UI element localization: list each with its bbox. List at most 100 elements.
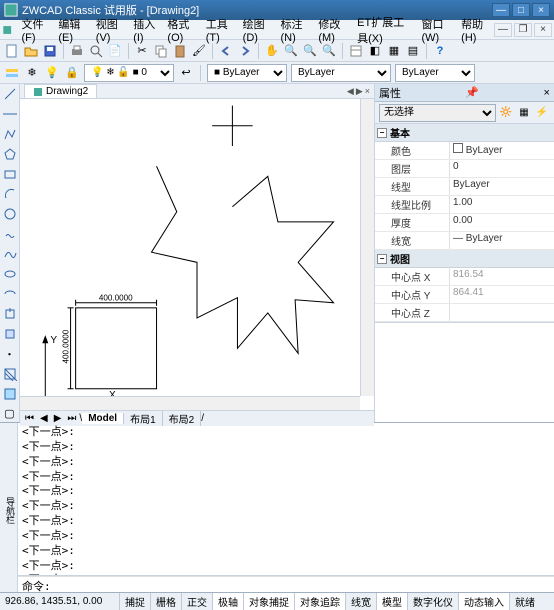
canvas[interactable]: 400.0000 400.0000 Y X — [20, 99, 374, 410]
maximize-button[interactable]: □ — [512, 3, 530, 17]
match-button[interactable]: 🖌 — [191, 43, 207, 59]
prop-ltscale[interactable]: 1.00 — [450, 196, 554, 213]
layer-prev-button[interactable]: ↩ — [178, 65, 194, 81]
command-history[interactable]: <下一点>: <下一点>: <下一点>: <下一点>: <下一点>: <下一点>… — [18, 423, 554, 576]
panel-close-icon[interactable]: × — [544, 87, 550, 99]
status-osnap[interactable]: 对象捕捉 — [244, 593, 295, 610]
open-button[interactable] — [23, 43, 39, 59]
minimize-button[interactable]: — — [492, 3, 510, 17]
tab-nav-right-icon[interactable]: ▶ — [356, 86, 363, 97]
child-min-button[interactable]: — — [494, 23, 512, 37]
menu-help[interactable]: 帮助(H) — [456, 14, 494, 46]
rectangle-tool[interactable] — [2, 166, 18, 182]
status-grid[interactable]: 栅格 — [151, 593, 182, 610]
layer-freeze-button[interactable]: ❄ — [24, 65, 40, 81]
print-button[interactable] — [69, 43, 85, 59]
ellipse-arc-tool[interactable] — [2, 286, 18, 302]
quick-select-button[interactable]: 🔆 — [498, 105, 514, 121]
menu-tools[interactable]: 工具(T) — [201, 14, 238, 46]
prop-layer[interactable]: 0 — [450, 160, 554, 177]
polyline-tool[interactable] — [2, 126, 18, 142]
status-polar[interactable]: 极轴 — [213, 593, 244, 610]
menu-draw[interactable]: 绘图(D) — [238, 14, 276, 46]
status-otrack[interactable]: 对象追踪 — [295, 593, 346, 610]
menu-edit[interactable]: 编辑(E) — [53, 14, 90, 46]
status-lwt[interactable]: 线宽 — [346, 593, 377, 610]
zoom-prev-button[interactable]: 🔍 — [321, 43, 337, 59]
select-objects-button[interactable]: ▦ — [516, 105, 532, 121]
zoom-window-button[interactable]: 🔍 — [302, 43, 318, 59]
circle-tool[interactable] — [2, 206, 18, 222]
prop-linetype[interactable]: ByLayer — [450, 178, 554, 195]
statusbar: 926.86, 1435.51, 0.00 捕捉 栅格 正交 极轴 对象捕捉 对… — [0, 592, 554, 610]
selection-combo[interactable]: 无选择 — [379, 104, 496, 122]
design-center-button[interactable]: ◧ — [367, 43, 383, 59]
save-button[interactable] — [42, 43, 58, 59]
ellipse-tool[interactable] — [2, 266, 18, 282]
prop-color[interactable]: ByLayer — [450, 142, 554, 159]
paste-button[interactable] — [172, 43, 188, 59]
menu-window[interactable]: 窗口(W) — [416, 14, 456, 46]
redo-button[interactable] — [237, 43, 253, 59]
menu-format[interactable]: 格式(O) — [162, 14, 200, 46]
status-coords[interactable]: 926.86, 1435.51, 0.00 — [0, 593, 120, 610]
cut-button[interactable]: ✂ — [134, 43, 150, 59]
close-button[interactable]: × — [532, 3, 550, 17]
point-tool[interactable]: ・ — [2, 346, 18, 362]
publish-button[interactable]: 📄 — [107, 43, 123, 59]
group-view[interactable]: −视图 — [375, 250, 554, 268]
layer-manager-button[interactable] — [4, 65, 20, 81]
prop-thickness[interactable]: 0.00 — [450, 214, 554, 231]
xline-tool[interactable] — [2, 106, 18, 122]
copy-button[interactable] — [153, 43, 169, 59]
pan-button[interactable]: ✋ — [264, 43, 280, 59]
spline-tool[interactable] — [2, 246, 18, 262]
calc-button[interactable]: ▤ — [405, 43, 421, 59]
color-combo[interactable]: ■ ByLayer — [207, 64, 287, 82]
tab-close-icon[interactable]: × — [365, 86, 370, 97]
group-basic[interactable]: −基本 — [375, 124, 554, 142]
polygon-tool[interactable] — [2, 146, 18, 162]
revcloud-tool[interactable] — [2, 226, 18, 242]
lineweight-combo[interactable]: ByLayer — [395, 64, 475, 82]
child-restore-button[interactable]: ❐ — [514, 23, 532, 37]
block-tool[interactable] — [2, 326, 18, 342]
layer-lock-button[interactable]: 💡 — [44, 65, 60, 81]
status-snap[interactable]: 捕捉 — [120, 593, 151, 610]
menu-file[interactable]: 文件(F) — [16, 14, 53, 46]
menu-dim[interactable]: 标注(N) — [276, 14, 314, 46]
tab-nav-left-icon[interactable]: ◀ — [347, 86, 354, 97]
command-panel: 导航栏 <下一点>: <下一点>: <下一点>: <下一点>: <下一点>: <… — [0, 422, 554, 594]
status-ortho[interactable]: 正交 — [182, 593, 213, 610]
region-tool[interactable]: ▢ — [2, 406, 18, 421]
line-tool[interactable] — [2, 86, 18, 102]
help-button[interactable]: ? — [432, 43, 448, 59]
status-model[interactable]: 模型 — [377, 593, 408, 610]
menu-modify[interactable]: 修改(M) — [313, 14, 352, 46]
pin-icon[interactable]: 📌 — [465, 86, 479, 99]
layer-combo[interactable]: 💡 ❄ 🔓 ■ 0 — [84, 64, 174, 82]
new-button[interactable] — [4, 43, 20, 59]
zoom-realtime-button[interactable]: 🔍 — [283, 43, 299, 59]
pickadd-button[interactable]: ⚡ — [534, 105, 550, 121]
status-dyn[interactable]: 动态输入 — [459, 593, 510, 610]
prop-lineweight[interactable]: — ByLayer — [450, 232, 554, 249]
menu-insert[interactable]: 插入(I) — [128, 14, 162, 46]
menu-view[interactable]: 视图(V) — [91, 14, 128, 46]
doc-tab[interactable]: Drawing2 — [24, 84, 97, 98]
hatch-tool[interactable] — [2, 366, 18, 382]
preview-button[interactable] — [88, 43, 104, 59]
status-tablet[interactable]: 数字化仪 — [408, 593, 459, 610]
child-close-button[interactable]: × — [534, 23, 552, 37]
gradient-tool[interactable] — [2, 386, 18, 402]
tool-palette-button[interactable]: ▦ — [386, 43, 402, 59]
insert-tool[interactable] — [2, 306, 18, 322]
command-side-label: 导航栏 — [0, 423, 18, 594]
hscrollbar[interactable] — [20, 396, 360, 410]
undo-button[interactable] — [218, 43, 234, 59]
arc-tool[interactable] — [2, 186, 18, 202]
layer-off-button[interactable]: 🔒 — [64, 65, 80, 81]
linetype-combo[interactable]: ByLayer — [291, 64, 391, 82]
properties-button[interactable] — [348, 43, 364, 59]
vscrollbar[interactable] — [360, 99, 374, 396]
